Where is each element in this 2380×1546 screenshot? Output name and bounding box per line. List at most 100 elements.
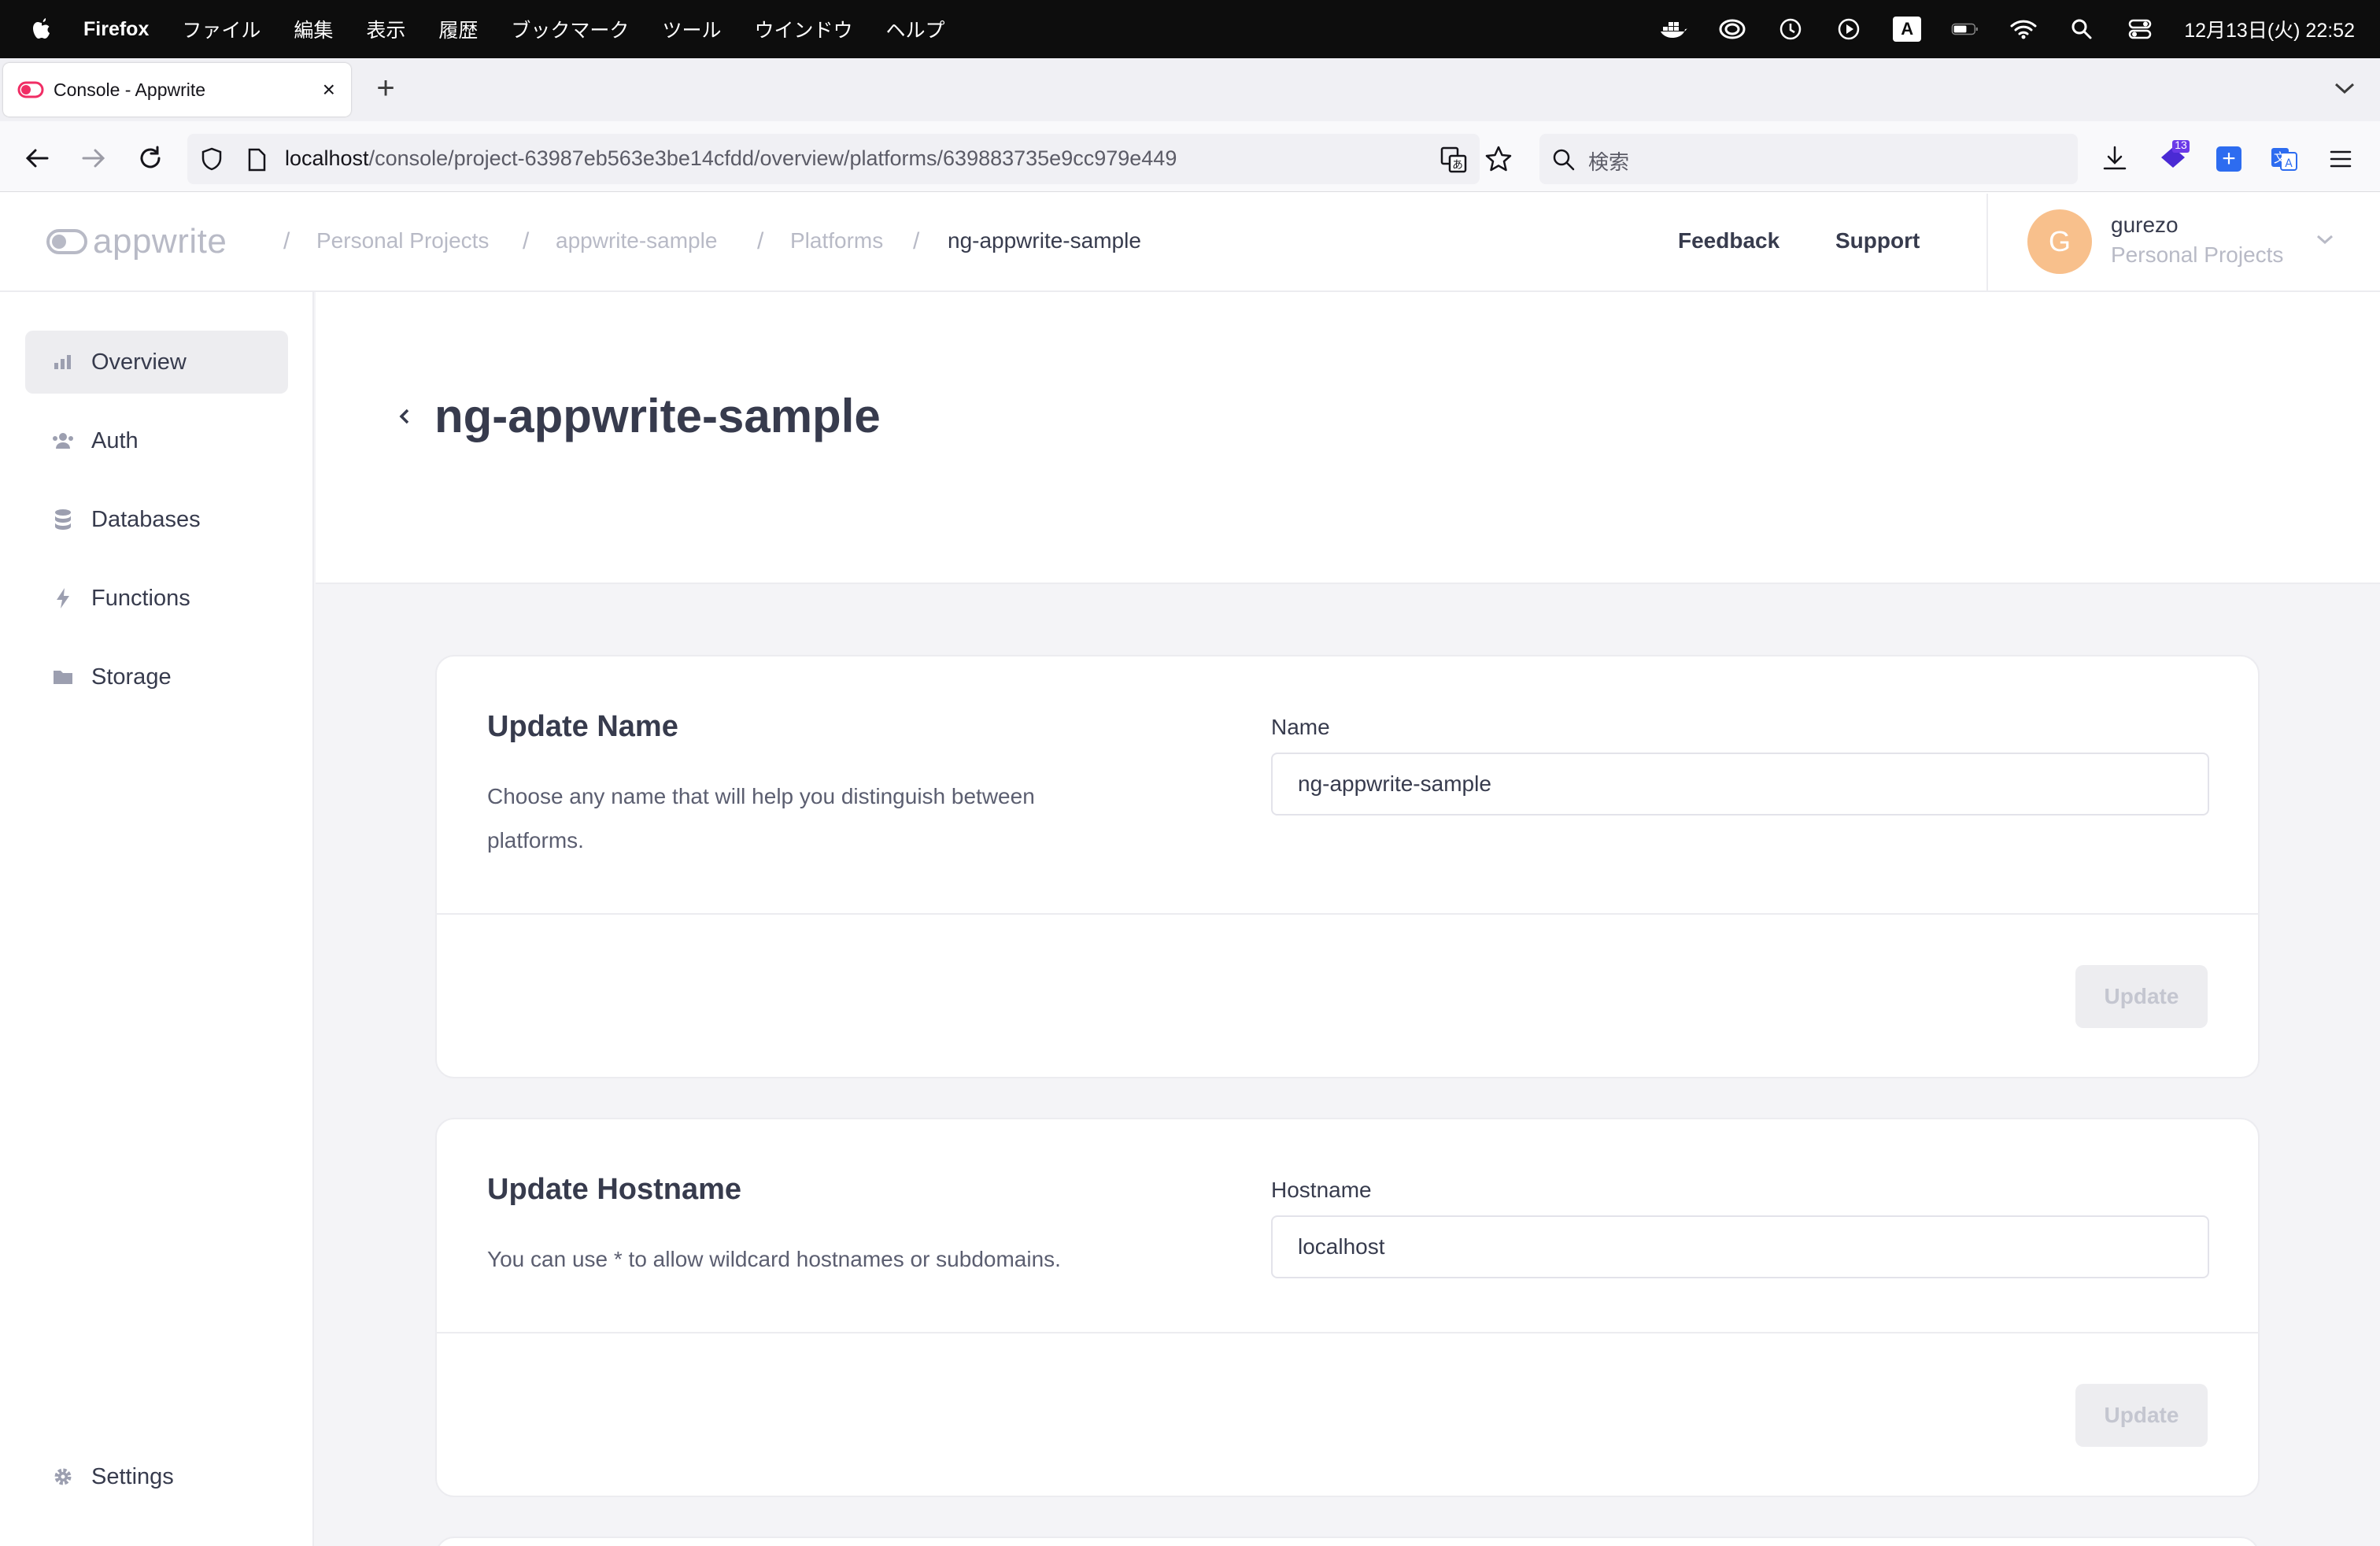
extension-icon[interactable]: 13 [2156, 139, 2190, 173]
sidebar-settings-label: Settings [91, 1463, 174, 1489]
docker-icon[interactable] [1660, 17, 1688, 42]
next-card [435, 1537, 2260, 1546]
menu-app-name[interactable]: Firefox [83, 18, 149, 41]
menu-help[interactable]: ヘルプ [885, 15, 944, 43]
menu-file[interactable]: ファイル [182, 15, 261, 43]
tab-list-chevron-icon[interactable] [2333, 79, 2356, 98]
sidebar-item-label: Functions [91, 585, 190, 611]
sidebar-item-label: Storage [91, 664, 172, 690]
page-icon[interactable] [247, 148, 266, 172]
name-field-label: Name [1271, 715, 1330, 739]
logo-text: appwrite [93, 222, 227, 261]
control-center-icon[interactable] [2126, 17, 2154, 42]
url-host: localhost [285, 146, 369, 170]
sidebar [0, 292, 314, 1546]
tab-title: Console - Appwrite [54, 79, 206, 100]
appwrite-logo[interactable]: appwrite [46, 222, 227, 261]
sidebar-item-storage[interactable]: Storage [25, 645, 288, 708]
search-icon [1552, 148, 1576, 172]
menu-history[interactable]: 履歴 [438, 15, 478, 43]
folder-icon [52, 666, 74, 688]
reload-icon[interactable] [137, 145, 164, 172]
menu-bookmarks[interactable]: ブックマーク [511, 15, 629, 43]
add-extension-icon[interactable]: + [2216, 146, 2241, 172]
svg-text:A: A [2285, 157, 2293, 170]
card-description: You can use * to allow wildcard hostname… [487, 1247, 1061, 1271]
play-icon[interactable] [1835, 17, 1863, 42]
user-name[interactable]: gurezo [2111, 213, 2179, 238]
browser-tab[interactable]: Console - Appwrite × [3, 63, 351, 117]
appwrite-logo-icon [46, 229, 87, 254]
user-org[interactable]: Personal Projects [2111, 242, 2283, 268]
downloads-icon[interactable] [2101, 145, 2128, 173]
search-placeholder: 検索 [1588, 150, 1630, 174]
sidebar-item-label: Auth [91, 427, 139, 453]
input-mode-label: A [1893, 17, 1922, 42]
lightning-icon [52, 587, 74, 609]
macos-menu-bar: Firefox ファイル 編集 表示 履歴 ブックマーク ツール ウインドウ ヘ… [0, 0, 2380, 58]
time-machine-icon[interactable] [1776, 17, 1805, 42]
chevron-down-icon[interactable] [2315, 233, 2334, 246]
menu-window[interactable]: ウインドウ [754, 15, 852, 43]
breadcrumb-separator: / [523, 228, 530, 254]
new-tab-button[interactable]: + [370, 72, 401, 104]
browser-tab-strip: Console - Appwrite × [0, 58, 2380, 121]
close-tab-icon[interactable]: × [323, 77, 335, 102]
svg-text:あ: あ [1452, 159, 1463, 172]
sidebar-item-label: Databases [91, 506, 201, 532]
card-divider [437, 913, 2258, 915]
breadcrumb-separator: / [913, 228, 920, 254]
battery-icon[interactable] [1951, 17, 1979, 42]
sidebar-item-settings[interactable]: Settings [25, 1445, 288, 1508]
breadcrumb-personal-projects[interactable]: Personal Projects [316, 228, 489, 253]
sidebar-item-databases[interactable]: Databases [25, 488, 288, 551]
back-arrow-icon[interactable] [24, 145, 50, 172]
menu-edit[interactable]: 編集 [294, 15, 333, 43]
card-title: Update Name [487, 710, 678, 743]
menubar-clock[interactable]: 12月13日(火) 22:52 [2184, 15, 2355, 43]
update-hostname-card: Update Hostname You can use * to allow w… [435, 1118, 2260, 1497]
users-icon [52, 430, 74, 452]
creative-cloud-icon[interactable] [1718, 17, 1746, 42]
url-path: /console/project-63987eb563e3be14cfdd/ov… [368, 146, 1177, 170]
name-input[interactable] [1271, 753, 2209, 816]
card-description: Choose any name that will help you disti… [487, 784, 1035, 853]
apple-icon[interactable] [30, 16, 54, 43]
database-icon [52, 509, 74, 531]
translate-icon[interactable]: あ [1440, 146, 1467, 173]
feedback-button[interactable]: Feedback [1678, 228, 1779, 253]
bookmark-star-icon[interactable] [1484, 145, 1513, 173]
breadcrumb-platforms[interactable]: Platforms [790, 228, 883, 253]
shield-icon[interactable] [200, 146, 224, 172]
input-mode-icon[interactable]: A [1893, 17, 1922, 42]
hostname-field-label: Hostname [1271, 1178, 1372, 1202]
update-name-button[interactable]: Update [2075, 965, 2208, 1028]
hostname-input[interactable] [1271, 1215, 2209, 1278]
translate-extension-icon[interactable]: 文A [2270, 145, 2298, 173]
chart-bars-icon [52, 351, 74, 373]
update-name-card: Update Name Choose any name that will he… [435, 655, 2260, 1078]
breadcrumb-project[interactable]: appwrite-sample [556, 228, 717, 253]
breadcrumb-current[interactable]: ng-appwrite-sample [948, 228, 1141, 253]
url-text[interactable]: localhost/console/project-63987eb563e3be… [285, 146, 1177, 171]
header-divider [1986, 194, 1988, 290]
sidebar-item-overview[interactable]: Overview [25, 331, 288, 394]
breadcrumb-separator: / [283, 228, 290, 254]
appwrite-favicon-icon [17, 81, 44, 98]
sidebar-item-functions[interactable]: Functions [25, 567, 288, 630]
spotlight-search-icon[interactable] [2068, 17, 2096, 42]
avatar[interactable]: G [2027, 209, 2092, 274]
extension-badge: 13 [2175, 139, 2187, 151]
forward-arrow-icon[interactable] [80, 145, 107, 172]
menu-tools[interactable]: ツール [662, 15, 721, 43]
avatar-initial: G [2048, 225, 2071, 257]
gear-icon [52, 1466, 74, 1488]
hamburger-menu-icon[interactable] [2330, 148, 2352, 170]
support-button[interactable]: Support [1835, 228, 1920, 253]
back-chevron-icon[interactable] [394, 405, 414, 428]
sidebar-item-auth[interactable]: Auth [25, 409, 288, 472]
menu-view[interactable]: 表示 [366, 15, 405, 43]
card-title: Update Hostname [487, 1173, 742, 1206]
wifi-icon[interactable] [2009, 17, 2038, 42]
update-hostname-button[interactable]: Update [2075, 1384, 2208, 1447]
